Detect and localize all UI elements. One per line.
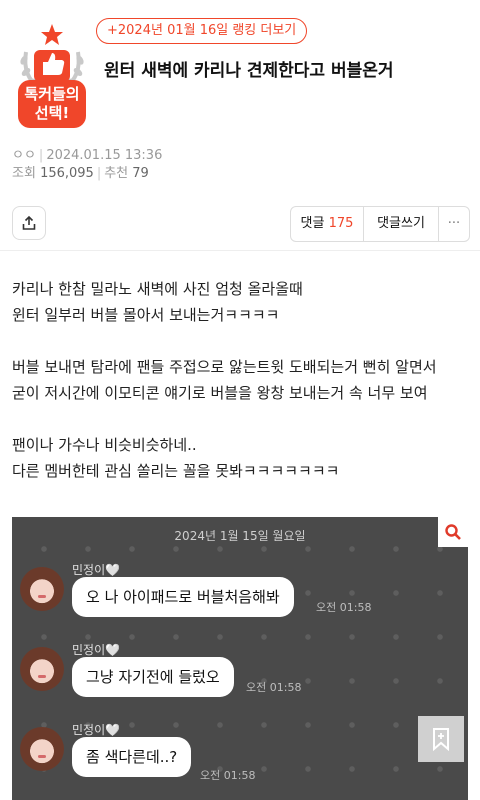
body-line: 다른 멤버한테 관심 쏠리는 꼴을 못봐ㅋㅋㅋㅋㅋㅋㅋ: [12, 462, 340, 480]
views-label: 조회: [12, 166, 36, 181]
body-line: 팬이나 가수나 비슷비슷하네..: [12, 436, 197, 454]
chat-screenshot: 2024년 1월 15일 월요일 민정이🤍 오 나 아이패드로 버블처음해봐 오…: [12, 517, 468, 800]
toolbar-divider: [0, 250, 480, 251]
views-count: 156,095: [40, 166, 94, 181]
post-meta-stats: 조회 156,095 | 추천 79: [12, 166, 149, 181]
post-header: 톡커들의 선택! +2024년 01월 16일 랭킹 더보기 윈터 새벽에 카리…: [0, 0, 480, 200]
write-comment-button[interactable]: 댓글쓰기: [364, 207, 439, 241]
recommend-label: 추천: [104, 166, 129, 181]
share-icon: [22, 215, 36, 230]
post-body: 카리나 한참 밀라노 새벽에 사진 엄청 올라올때 윈터 일부러 버블 몰아서 …: [12, 276, 472, 484]
chat-message: 민정이🤍 오 나 아이패드로 버블처음해봐 오전 01:58: [20, 561, 460, 621]
heart-icon: 🤍: [105, 643, 121, 657]
comments-count: 175: [328, 216, 354, 231]
recommend-count: 79: [132, 166, 149, 181]
post-date: 2024.01.15 13:36: [46, 148, 163, 163]
share-button[interactable]: [12, 206, 46, 240]
sender-name: 민정이🤍: [72, 563, 121, 577]
avatar: [20, 727, 64, 771]
sender-name: 민정이🤍: [72, 723, 121, 737]
chat-date: 2024년 1월 15일 월요일: [174, 529, 306, 543]
chat-message: 민정이🤍 그냥 자기전에 들렀오 오전 01:58: [20, 641, 460, 701]
talker-choice-badge: 톡커들의 선택!: [12, 22, 92, 134]
body-line: 카리나 한참 밀라노 새벽에 사진 엄청 올라올때: [12, 280, 303, 298]
ranking-link-chip[interactable]: +2024년 01월 16일 랭킹 더보기: [96, 18, 308, 44]
more-button[interactable]: ···: [439, 207, 469, 241]
badge-label: 톡커들의 선택!: [18, 80, 86, 128]
body-line: 굳이 저시간에 이모티콘 얘기로 버블을 왕창 보내는거 속 너무 보여: [12, 384, 428, 402]
avatar: [20, 567, 64, 611]
message-time: 오전 01:58: [246, 681, 302, 694]
author-name: ㅇㅇ: [12, 148, 36, 163]
search-icon: [445, 524, 461, 540]
avatar: [20, 647, 64, 691]
post-toolbar: 댓글 175 댓글쓰기 ···: [0, 204, 480, 242]
bookmark-button[interactable]: [418, 716, 464, 762]
comments-button[interactable]: 댓글 175: [291, 207, 364, 241]
heart-icon: 🤍: [105, 723, 121, 737]
message-time: 오전 01:58: [316, 601, 372, 614]
heart-icon: 🤍: [105, 563, 121, 577]
post-meta-author-date: ㅇㅇ | 2024.01.15 13:36: [12, 148, 163, 163]
message-bubble: 그냥 자기전에 들렀오: [72, 657, 234, 697]
chat-message: 민정이🤍 좀 색다른데..? 오전 01:58: [20, 721, 460, 782]
message-time: 오전 01:58: [200, 769, 256, 782]
message-bubble: 오 나 아이패드로 버블처음해봐: [72, 577, 294, 617]
post-title: 윈터 새벽에 카리나 견제한다고 버블온거: [104, 61, 394, 81]
body-line: 윈터 일부러 버블 몰아서 보내는거ㅋㅋㅋㅋ: [12, 306, 280, 324]
message-bubble: 좀 색다른데..?: [72, 737, 192, 777]
sender-name: 민정이🤍: [72, 643, 121, 657]
bookmark-icon: [433, 728, 449, 751]
comment-button-group: 댓글 175 댓글쓰기 ···: [290, 206, 470, 242]
chat-search-button[interactable]: [438, 517, 468, 547]
body-line: 버블 보내면 탐라에 팬들 주접으로 앓는트윗 도배되는거 뻔히 알면서: [12, 358, 437, 376]
